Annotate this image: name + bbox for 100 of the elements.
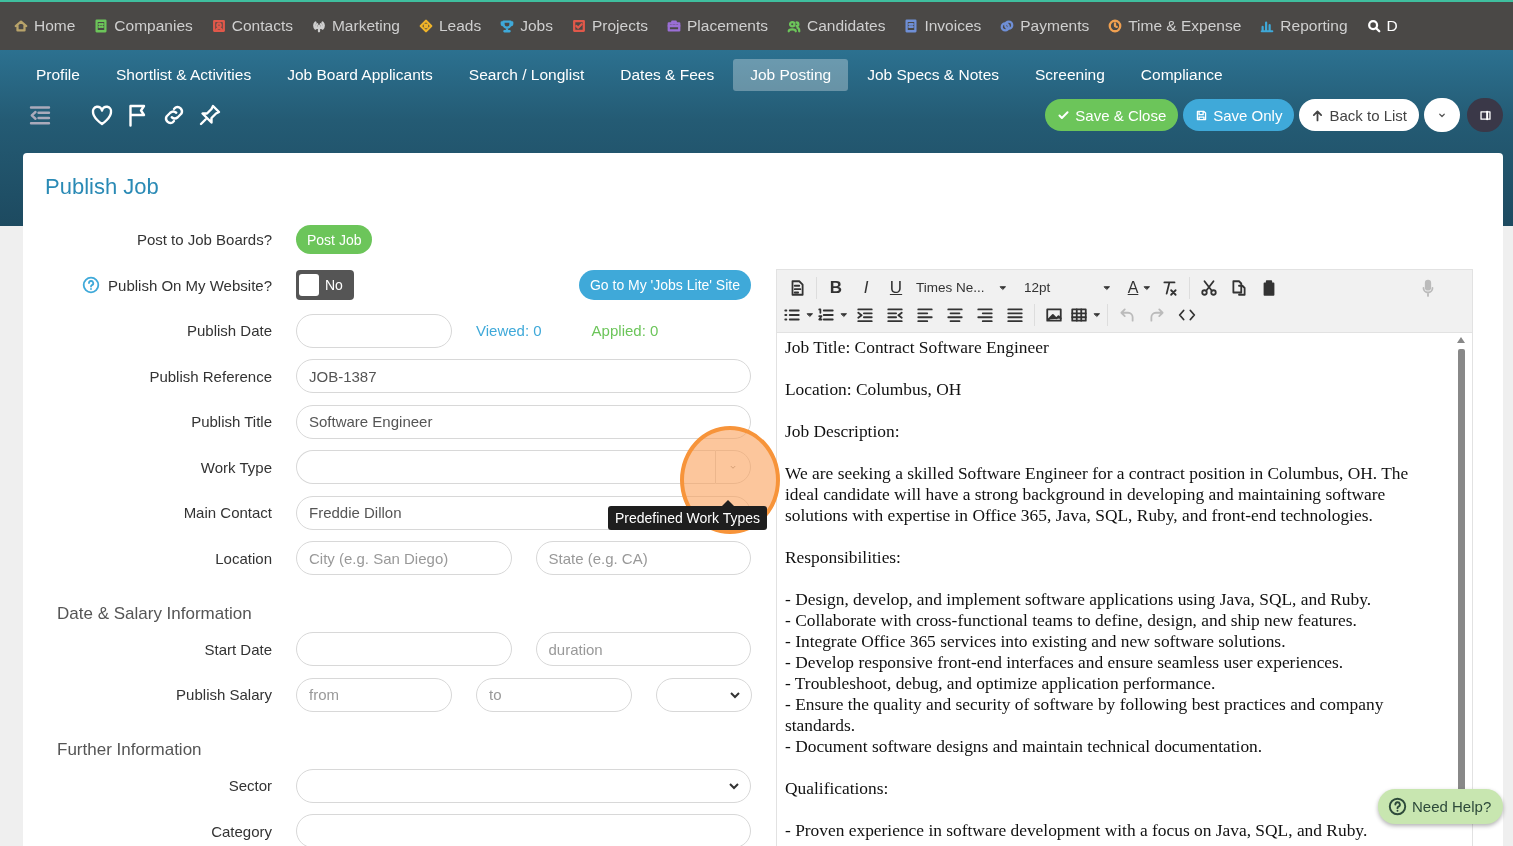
editor-text: Job Description: [785,421,900,442]
field-label: Publish Salary [176,686,272,704]
editor-text: - Document software designs and maintain technical documentation. [785,736,1263,757]
help-icon [1388,797,1407,816]
field-label: Sector [228,777,272,795]
section-tab[interactable]: Job Specs & Notes [850,59,1016,91]
cut-icon [1200,278,1218,297]
input-field[interactable] [296,450,715,485]
nav-link[interactable]: Contacts [203,17,301,35]
link-icon [162,103,186,127]
toggle-switch[interactable]: No [296,270,354,301]
pin-icon [198,103,222,127]
font-color-button[interactable]: A [1126,275,1154,300]
editor-text: Responsibilities: [785,547,901,568]
redo-icon [1148,305,1166,324]
bold-button[interactable]: B [822,275,850,300]
field-label: Start Date [204,640,272,658]
nav-link[interactable]: Companies [86,17,201,35]
field-label: Location [215,549,272,567]
nav-link[interactable]: Home [6,17,84,35]
side-panel-icon [1478,108,1492,122]
date-field[interactable] [296,313,452,348]
input-field[interactable]: State (e.g. CA) [535,541,751,576]
editor-text: Location: Columbus, OH [785,379,962,400]
field-label: Category [211,822,272,840]
input-field[interactable]: Software Engineer [296,404,751,439]
nav-link[interactable]: Placements [659,17,776,35]
help-icon [82,276,101,295]
editor-text: - Integrate Office 365 services into existing and new software solutions. [785,631,1286,652]
arrow-up-icon [1311,108,1325,122]
align-left-icon [916,305,934,324]
editor-text: We are seeking a skilled Software Engineer for a contract position in Columbus, OH. The ideal candidate will have a strong background in developing and maintaining software solutions with expertise in Office 365, Java, SQL, Ruby, and front-end technologies. [785,463,1410,526]
nav-link[interactable]: Marketing [303,17,408,35]
nav-link[interactable]: Invoices [896,17,990,35]
nav-link[interactable]: Reporting [1252,17,1356,35]
nav-link[interactable]: Time & Expense [1100,17,1250,35]
heart-icon [90,103,114,127]
field-label: Publish On My Website? [108,276,272,294]
section-heading: Further Information [56,739,203,761]
nav-link[interactable]: Jobs [492,17,561,35]
side-panel-button[interactable] [1467,98,1503,132]
field-label: Work Type [200,458,272,476]
outdent-icon [886,305,904,324]
section-tab[interactable]: Job Board Applicants [270,59,450,91]
size-dropdown[interactable]: 12pt [1020,275,1116,300]
need-help-button[interactable]: Need Help? [1378,789,1504,824]
input-field[interactable] [296,632,512,667]
field-label: Post to Job Boards? [136,231,272,249]
tooltip: Predefined Work Types [608,500,767,530]
underline-button[interactable]: U [882,275,910,300]
section-tab[interactable]: Job Posting [733,59,849,91]
editor-text: - Troubleshoot, debug, and optimize application performance. [785,673,1216,694]
editor-text: Qualifications: [785,778,889,799]
indent-icon [856,305,874,324]
section-tab[interactable]: Profile [19,59,97,91]
table-icon [1070,305,1088,324]
section-tab[interactable]: Compliance [1123,59,1240,91]
nav-link[interactable]: Payments [992,17,1098,35]
viewed-count: Viewed: 0 [476,322,542,340]
input-field[interactable] [296,814,751,846]
input-field[interactable]: JOB-1387 [296,359,751,394]
page-title: Publish Job [45,174,159,200]
align-center-icon [946,305,964,324]
nav-link[interactable]: Projects [564,17,656,35]
back-button[interactable]: Back to List [1299,99,1419,131]
editor-text: - Proven experience in software development with a focus on Java, SQL, and Ruby. [785,820,1368,841]
input-field[interactable]: duration [535,632,751,667]
check-icon [1057,108,1071,122]
input-field[interactable]: City (e.g. San Diego) [296,541,512,576]
nav-link[interactable]: D [1358,17,1406,35]
section-tab[interactable]: Shortlist & Activities [98,59,269,91]
editor-text: - Develop responsive front-end interfaces and ensure seamless user experiences. [785,652,1344,673]
editor-text: Job Title: Contract Software Engineer [785,337,1049,358]
input-field[interactable]: from [296,677,452,712]
collapse-menu-icon [28,103,52,127]
section-tab[interactable]: Search / Longlist [451,59,602,91]
select-field[interactable] [296,768,751,803]
field-label: Publish Title [191,413,272,431]
justify-icon [1006,305,1024,324]
input-field[interactable]: to [476,677,632,712]
nav-link[interactable]: Leads [411,17,490,35]
image-icon [1045,305,1063,324]
more-actions-button[interactable] [1424,98,1460,132]
field-label: Publish Reference [149,367,272,385]
editor-text: - Design, develop, and implement software applications using Java, SQL, and Ruby. [785,589,1372,610]
copy-icon [1230,278,1248,297]
nav-link[interactable]: Candidates [778,17,894,35]
editor-text: - Ensure the quality and security of software by following best practices and company standards. [785,694,1385,736]
undo-icon [1118,305,1136,324]
clear-format-icon [1161,278,1179,297]
italic-button[interactable]: I [852,275,880,300]
section-heading: Date & Salary Information [56,602,253,625]
field-label: Main Contact [183,504,272,522]
editor-text: - Collaborate with cross-functional teams to define, design, and ship new features. [785,610,1357,631]
applied-count: Applied: 0 [591,322,659,340]
align-right-icon [976,305,994,324]
field-label: Publish Date [186,322,272,340]
section-tab[interactable]: Dates & Fees [603,59,732,91]
font-dropdown[interactable]: Times Ne... [912,275,1012,300]
section-tab[interactable]: Screening [1018,59,1122,91]
